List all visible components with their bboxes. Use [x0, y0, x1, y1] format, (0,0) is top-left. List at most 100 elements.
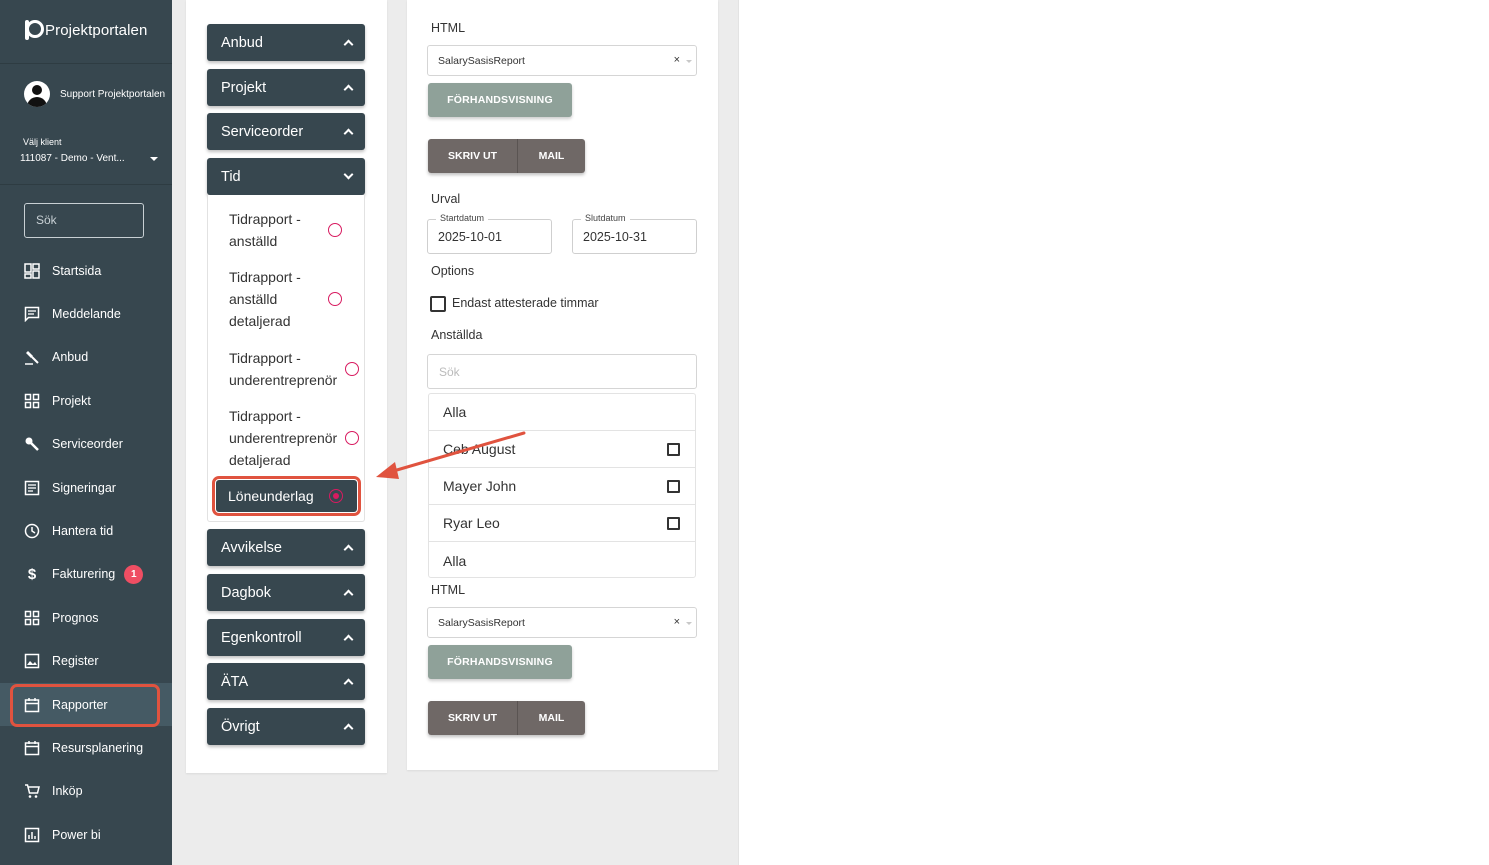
- radio-selected-icon[interactable]: [329, 489, 343, 503]
- start-date-value: 2025-10-01: [438, 230, 502, 244]
- list-item[interactable]: Alla: [429, 394, 695, 431]
- app-logo[interactable]: Projektportalen: [24, 19, 147, 41]
- report-tidrapport-underentreprenor[interactable]: Tidrapport - underentreprenör: [229, 347, 359, 391]
- list-item[interactable]: Alla: [429, 542, 695, 579]
- print-button-2[interactable]: SKRIV UT: [428, 701, 518, 735]
- sidebar-item-projekt[interactable]: Projekt: [0, 379, 172, 422]
- chevron-up-icon: [343, 589, 354, 600]
- mail-button[interactable]: MAIL: [518, 139, 585, 173]
- calendar-icon: [24, 697, 40, 713]
- group-label: Egenkontroll: [221, 629, 302, 646]
- caret-down-icon: [686, 60, 692, 63]
- start-date-field[interactable]: Startdatum 2025-10-01: [427, 213, 552, 254]
- divider: [0, 184, 172, 185]
- avatar-icon: [24, 81, 50, 107]
- group-projekt[interactable]: Projekt: [207, 69, 365, 106]
- wrench-icon: [24, 436, 40, 452]
- radio-button[interactable]: [328, 223, 342, 237]
- chevron-up-icon: [343, 39, 354, 50]
- employee-checkbox[interactable]: [667, 479, 680, 493]
- list-item[interactable]: Mayer John: [429, 468, 695, 505]
- employee-checkbox[interactable]: [667, 516, 680, 530]
- chevron-up-icon: [343, 84, 354, 95]
- group-egenkontroll[interactable]: Egenkontroll: [207, 619, 365, 656]
- sidebar-item-label: Resursplanering: [52, 740, 144, 755]
- report-label: detaljerad: [229, 452, 291, 468]
- report-label: Tidrapport -: [229, 408, 301, 424]
- tid-report-list: Tidrapport - anställd Tidrapport - anstä…: [207, 195, 365, 522]
- calendar-icon: [24, 740, 40, 756]
- group-label: Projekt: [221, 79, 267, 96]
- format-select[interactable]: SalarySasisReport ×: [427, 45, 697, 76]
- sidebar-item-label: Rapporter: [52, 697, 108, 712]
- chevron-up-icon: [343, 634, 354, 645]
- user-profile[interactable]: Support Projektportalen: [24, 81, 172, 107]
- radio-button[interactable]: [345, 362, 359, 376]
- group-ata[interactable]: ÄTA: [207, 663, 365, 700]
- preview-button[interactable]: FÖRHANDSVISNING: [428, 83, 572, 117]
- clear-icon[interactable]: ×: [674, 54, 680, 66]
- app-name: Projektportalen: [45, 21, 148, 39]
- end-date-label: Slutdatum: [581, 213, 630, 223]
- sidebar-item-hantera-tid[interactable]: Hantera tid: [0, 509, 172, 552]
- grid-icon: [24, 393, 40, 409]
- sidebar-item-rapporter[interactable]: Rapporter: [0, 682, 172, 727]
- group-serviceorder[interactable]: Serviceorder: [207, 113, 365, 150]
- end-date-field[interactable]: Slutdatum 2025-10-31: [572, 213, 697, 254]
- sidebar-item-inkop[interactable]: Inköp: [0, 770, 172, 813]
- client-value: 111087 - Demo - Vent...: [20, 153, 125, 164]
- sidebar-item-label: Projekt: [52, 393, 91, 408]
- sidebar-item-prognos[interactable]: Prognos: [0, 596, 172, 639]
- sidebar-item-startsida[interactable]: Startsida: [0, 249, 172, 292]
- sidebar-item-label: Meddelande: [52, 307, 121, 322]
- group-tid[interactable]: Tid: [207, 158, 365, 195]
- document-icon: [24, 480, 40, 496]
- radio-button[interactable]: [345, 431, 359, 445]
- employees-search-input[interactable]: Sök: [427, 354, 697, 389]
- list-item[interactable]: Ryar Leo: [429, 505, 695, 542]
- sidebar-search-input[interactable]: Sök: [24, 203, 144, 238]
- group-label: Övrigt: [221, 718, 260, 735]
- group-label: Anbud: [221, 34, 263, 51]
- report-tidrapport-underentreprenor-detaljerad[interactable]: Tidrapport - underentreprenör detaljerad: [229, 405, 359, 471]
- sidebar-item-meddelande[interactable]: Meddelande: [0, 292, 172, 335]
- mail-button-2[interactable]: MAIL: [518, 701, 585, 735]
- divider: [0, 63, 172, 64]
- sidebar-item-serviceorder[interactable]: Serviceorder: [0, 423, 172, 466]
- start-date-label: Startdatum: [436, 213, 489, 223]
- group-avvikelse[interactable]: Avvikelse: [207, 529, 365, 566]
- list-item[interactable]: Ceb August: [429, 431, 695, 468]
- end-date-value: 2025-10-31: [583, 230, 647, 244]
- client-select[interactable]: 111087 - Demo - Vent...: [20, 153, 160, 164]
- logo-icon: [24, 19, 44, 41]
- print-button[interactable]: SKRIV UT: [428, 139, 518, 173]
- sidebar-item-power-bi[interactable]: Power bi: [0, 813, 172, 856]
- report-label: detaljerad: [229, 313, 291, 329]
- approved-hours-checkbox[interactable]: [430, 296, 446, 312]
- chevron-up-icon: [343, 544, 354, 555]
- image-icon: [24, 653, 40, 669]
- sidebar-item-signeringar[interactable]: Signeringar: [0, 466, 172, 509]
- employee-checkbox[interactable]: [667, 442, 680, 456]
- format-select-2[interactable]: SalarySasisReport ×: [427, 607, 697, 638]
- message-icon: [24, 306, 40, 323]
- group-ovrigt[interactable]: Övrigt: [207, 708, 365, 745]
- sidebar-item-resursplanering[interactable]: Resursplanering: [0, 726, 172, 769]
- sidebar-item-label: Register: [52, 654, 99, 669]
- sidebar-item-label: Prognos: [52, 610, 99, 625]
- preview-button-2[interactable]: FÖRHANDSVISNING: [428, 645, 572, 679]
- group-dagbok[interactable]: Dagbok: [207, 574, 365, 611]
- client-label: Välj klient: [23, 137, 62, 147]
- sidebar-item-fakturering[interactable]: $ Fakturering 1: [0, 553, 172, 596]
- group-label: Serviceorder: [221, 123, 304, 140]
- grid-icon: [24, 610, 40, 626]
- format-value: SalarySasisReport: [438, 55, 525, 67]
- report-loneunderlag[interactable]: Löneunderlag: [216, 480, 357, 512]
- group-anbud[interactable]: Anbud: [207, 24, 365, 61]
- sidebar-item-anbud[interactable]: Anbud: [0, 336, 172, 379]
- caret-down-icon: [686, 622, 692, 625]
- employee-name: Ryar Leo: [443, 515, 500, 531]
- clear-icon[interactable]: ×: [674, 616, 680, 628]
- sidebar-item-register[interactable]: Register: [0, 640, 172, 683]
- radio-button[interactable]: [328, 292, 342, 306]
